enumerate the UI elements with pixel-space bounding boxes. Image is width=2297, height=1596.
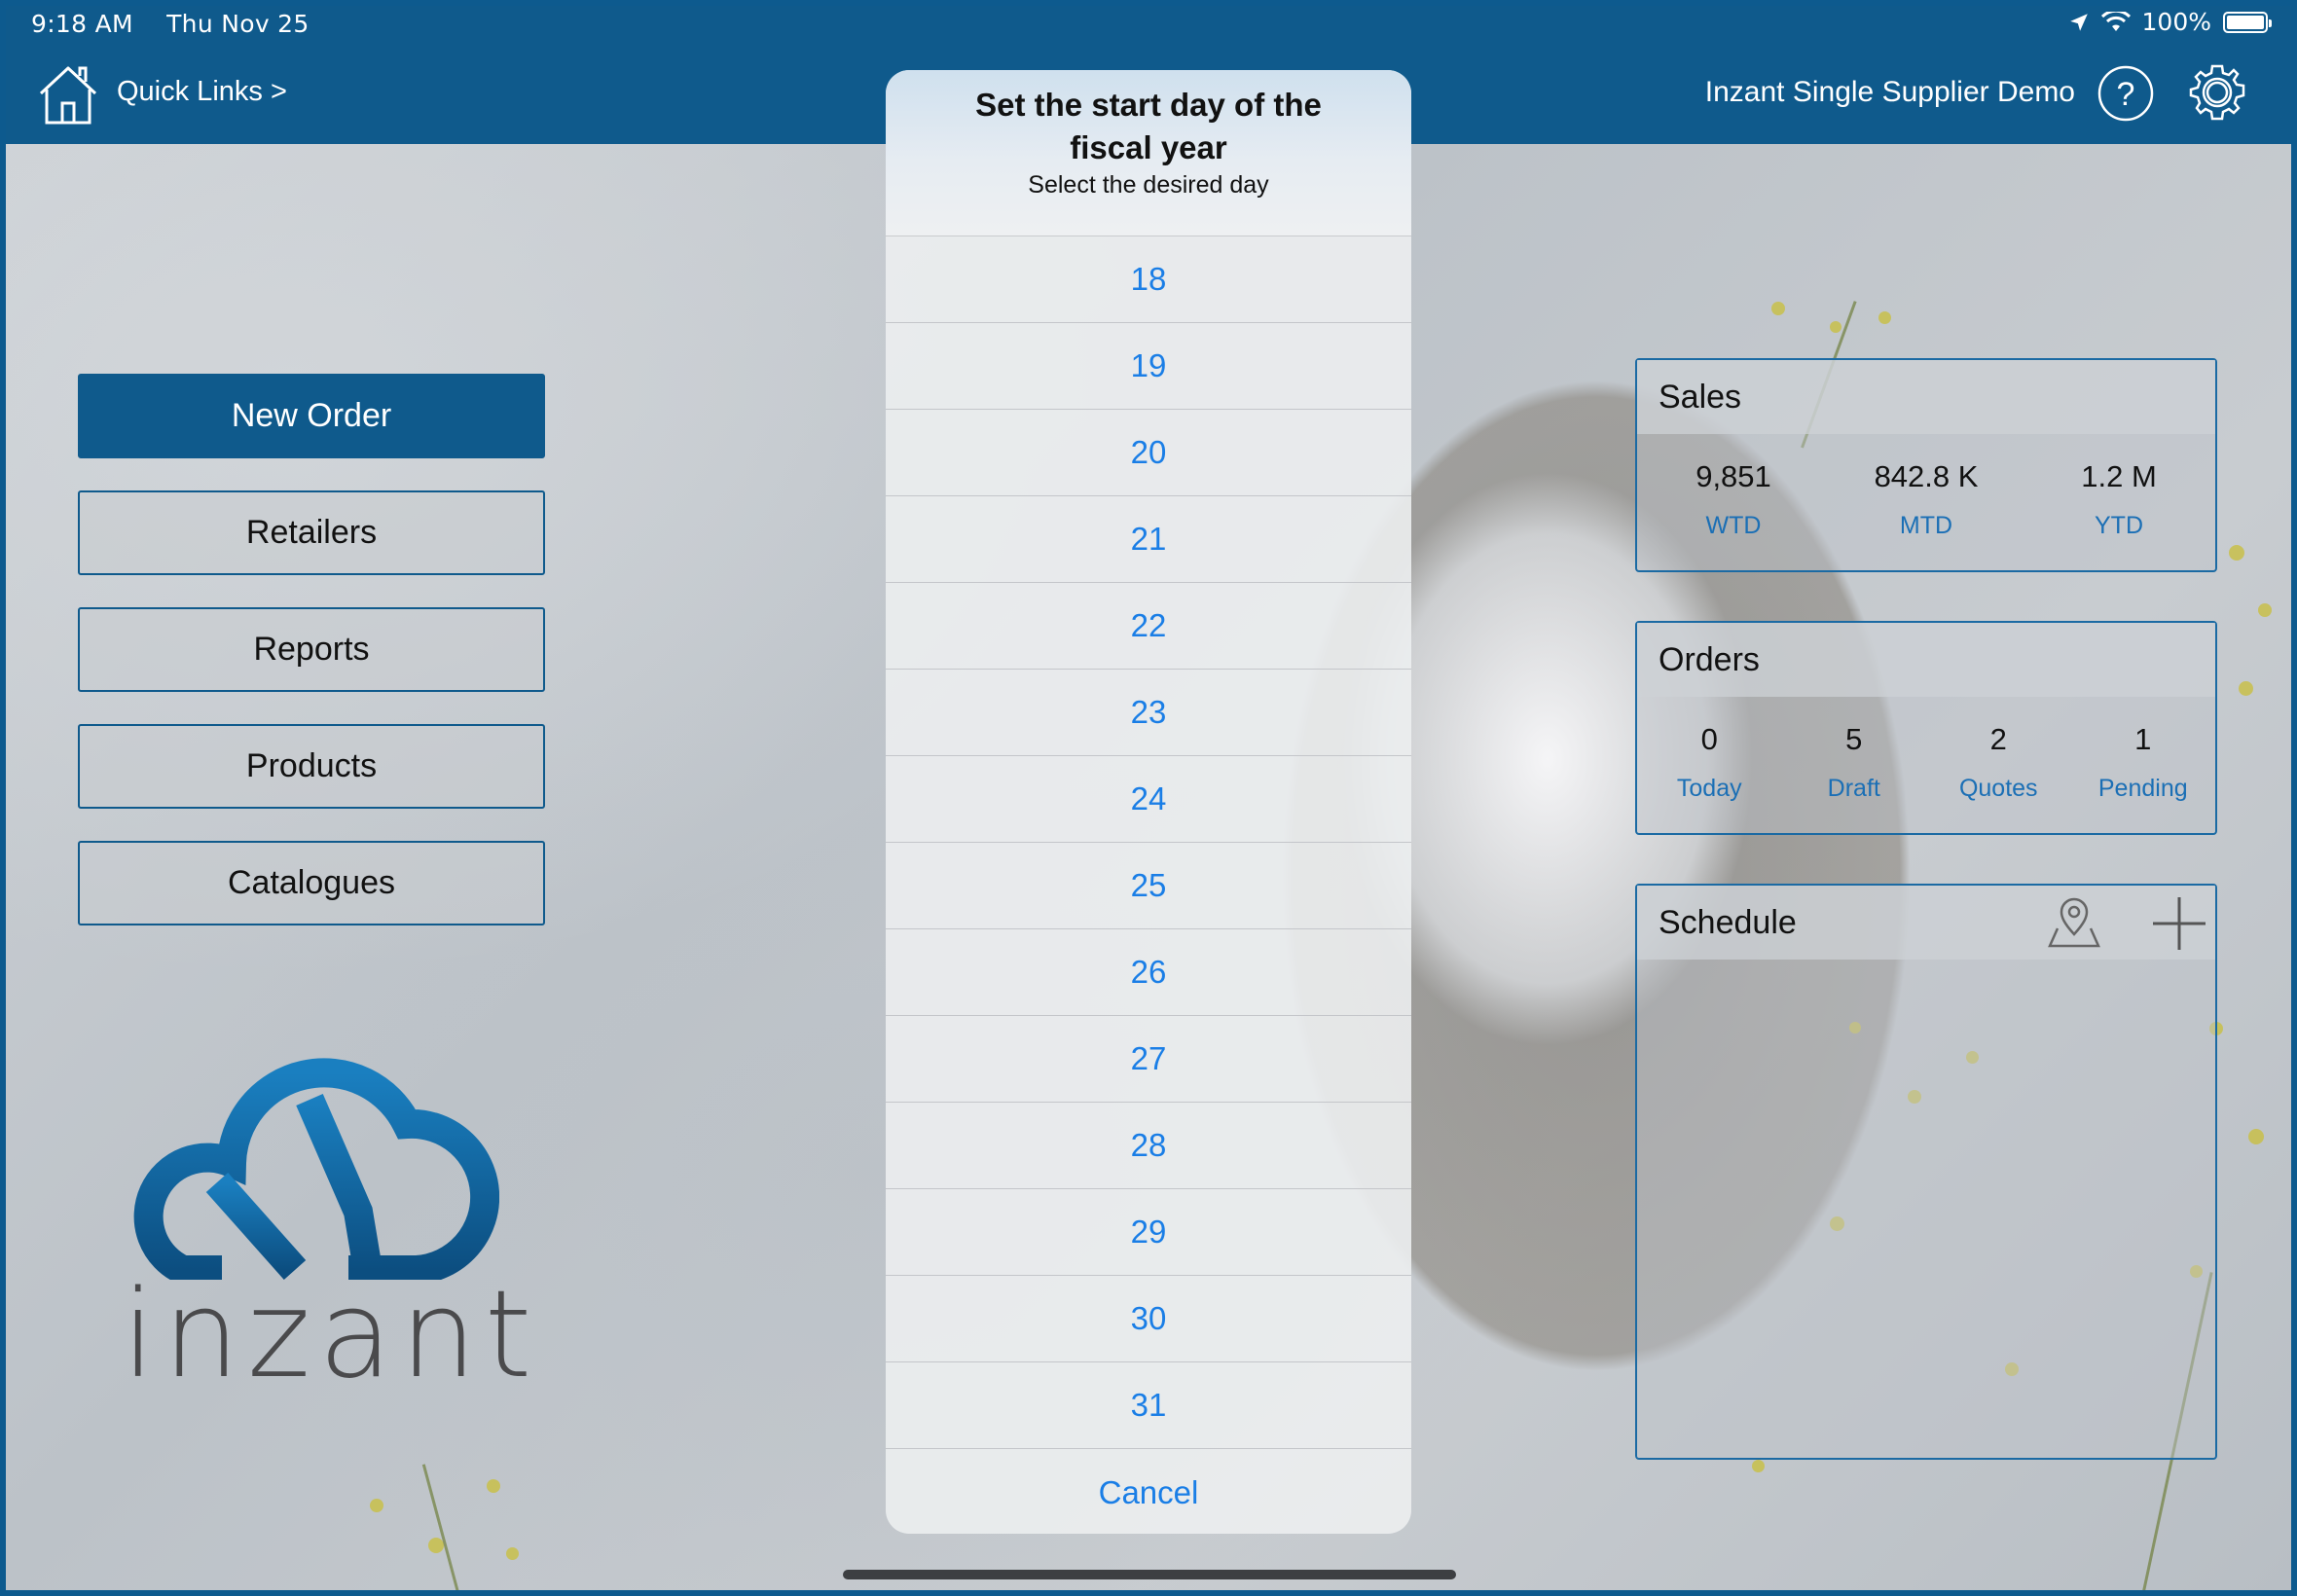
day-option[interactable]: 23 [886, 670, 1411, 756]
sheet-title: Set the start day of the fiscal year [975, 87, 1322, 165]
status-bar-right: 100% [2068, 8, 2272, 36]
orders-stats: 0 Today 5 Draft 2 Quotes 1 Pending [1637, 697, 2215, 803]
stat-value: 1.2 M [2081, 459, 2157, 493]
orders-panel: Orders 0 Today 5 Draft 2 Quotes 1 Pendin… [1635, 621, 2217, 835]
location-arrow-icon [2069, 13, 2088, 31]
reports-button[interactable]: Reports [78, 607, 545, 692]
day-option[interactable]: 30 [886, 1276, 1411, 1362]
stat-value: 5 [1845, 722, 1863, 756]
retailers-button[interactable]: Retailers [78, 490, 545, 575]
sales-stats: 9,851 WTD 842.8 K MTD 1.2 M YTD [1637, 434, 2215, 540]
help-icon[interactable]: ? [2096, 64, 2155, 123]
products-button[interactable]: Products [78, 724, 545, 809]
schedule-panel: Schedule [1635, 884, 2217, 1460]
company-name: Inzant Single Supplier Demo [1704, 76, 2075, 108]
day-option[interactable]: 28 [886, 1103, 1411, 1189]
stat-label: Quotes [1958, 775, 2038, 802]
orders-title: Orders [1637, 623, 2215, 697]
day-option[interactable]: 21 [886, 496, 1411, 583]
stat-label: Today [1676, 775, 1742, 802]
sheet-subtitle: Select the desired day [1028, 171, 1269, 199]
plus-icon[interactable] [2151, 895, 2207, 952]
sales-ytd[interactable]: 1.2 M YTD [2046, 459, 2192, 540]
day-option[interactable]: 22 [886, 583, 1411, 670]
sheet-header: Set the start day of the fiscal year Sel… [886, 70, 1411, 236]
map-pin-icon[interactable] [2046, 895, 2102, 950]
stat-value: 2 [1989, 722, 2007, 756]
stat-label: MTD [1899, 512, 1953, 539]
orders-quotes[interactable]: 2 Quotes [1926, 722, 2071, 803]
orders-draft[interactable]: 5 Draft [1782, 722, 1927, 803]
day-option[interactable]: 26 [886, 929, 1411, 1016]
stat-label: YTD [2095, 512, 2143, 539]
day-option[interactable]: 24 [886, 756, 1411, 843]
cancel-button[interactable]: Cancel [886, 1449, 1411, 1534]
inzant-cloud-logo [133, 1058, 499, 1280]
sales-wtd[interactable]: 9,851 WTD [1660, 459, 1806, 540]
day-option[interactable]: 29 [886, 1189, 1411, 1276]
day-option[interactable]: 20 [886, 410, 1411, 496]
quick-links-link[interactable]: Quick Links > [117, 76, 287, 108]
orders-today[interactable]: 0 Today [1637, 722, 1782, 803]
schedule-header: Schedule [1637, 886, 2215, 960]
home-icon[interactable] [37, 62, 99, 127]
svg-text:?: ? [2117, 76, 2135, 113]
wifi-icon [2100, 11, 2131, 31]
day-option[interactable]: 18 [886, 236, 1411, 323]
battery-percent: 100% [2141, 8, 2211, 36]
sales-title: Sales [1637, 360, 2215, 434]
stat-value: 0 [1700, 722, 1718, 756]
gear-icon[interactable] [2186, 62, 2248, 125]
day-option[interactable]: 19 [886, 323, 1411, 410]
day-option[interactable]: 25 [886, 843, 1411, 929]
stat-label: Draft [1827, 775, 1880, 802]
stat-value: 9,851 [1695, 459, 1771, 493]
day-option[interactable]: 31 [886, 1362, 1411, 1449]
sales-panel: Sales 9,851 WTD 842.8 K MTD 1.2 M YTD [1635, 358, 2217, 572]
stat-value: 1 [2134, 722, 2152, 756]
status-bar-left: 9:18 AM Thu Nov 25 [31, 10, 335, 38]
orders-pending[interactable]: 1 Pending [2071, 722, 2216, 803]
fiscal-start-day-sheet: Set the start day of the fiscal year Sel… [886, 70, 1411, 1534]
schedule-title: Schedule [1659, 903, 1797, 941]
logo-wordmark: inzant [122, 1265, 540, 1405]
home-indicator[interactable] [843, 1570, 1456, 1579]
day-option[interactable]: 27 [886, 1016, 1411, 1103]
stat-label: WTD [1705, 512, 1762, 539]
new-order-button[interactable]: New Order [78, 374, 545, 458]
stat-value: 842.8 K [1874, 459, 1979, 493]
sales-mtd[interactable]: 842.8 K MTD [1853, 459, 1999, 540]
status-date: Thu Nov 25 [166, 10, 310, 38]
status-time: 9:18 AM [31, 10, 133, 38]
catalogues-button[interactable]: Catalogues [78, 841, 545, 925]
stat-label: Pending [2097, 775, 2188, 802]
battery-icon [2223, 11, 2272, 33]
